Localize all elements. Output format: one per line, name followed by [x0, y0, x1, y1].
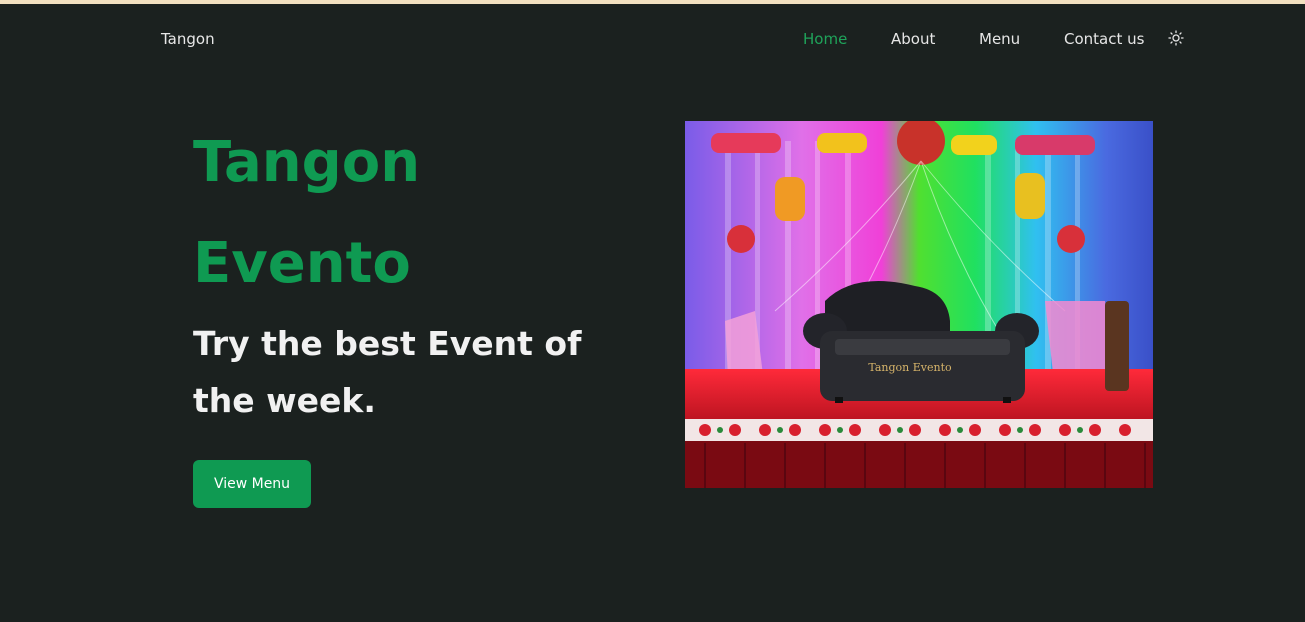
hero-event-stage-image: Tangon Evento [685, 121, 1153, 488]
nav-item-home[interactable]: Home [803, 30, 847, 48]
hero-title: Tangon Evento [193, 112, 553, 314]
view-menu-button[interactable]: View Menu [193, 460, 311, 508]
nav-item-contact[interactable]: Contact us [1064, 30, 1144, 48]
hero-subtitle: Try the best Event of the week. [193, 315, 613, 429]
nav-item-about[interactable]: About [891, 30, 935, 48]
image-logo-text: Tangon Evento [868, 361, 952, 374]
hero-title-line-1: Tangon [193, 130, 421, 195]
nav-links: Home About Menu Contact us [0, 30, 1305, 50]
navbar: Tangon Home About Menu Contact us [0, 4, 1305, 74]
theme-toggle-sun-icon[interactable] [1168, 30, 1184, 46]
hero-subtitle-line-1: Try the best Event of [193, 324, 582, 363]
hero-subtitle-line-2: the week. [193, 381, 376, 420]
hero-title-line-2: Evento [193, 231, 411, 296]
nav-item-menu[interactable]: Menu [979, 30, 1020, 48]
